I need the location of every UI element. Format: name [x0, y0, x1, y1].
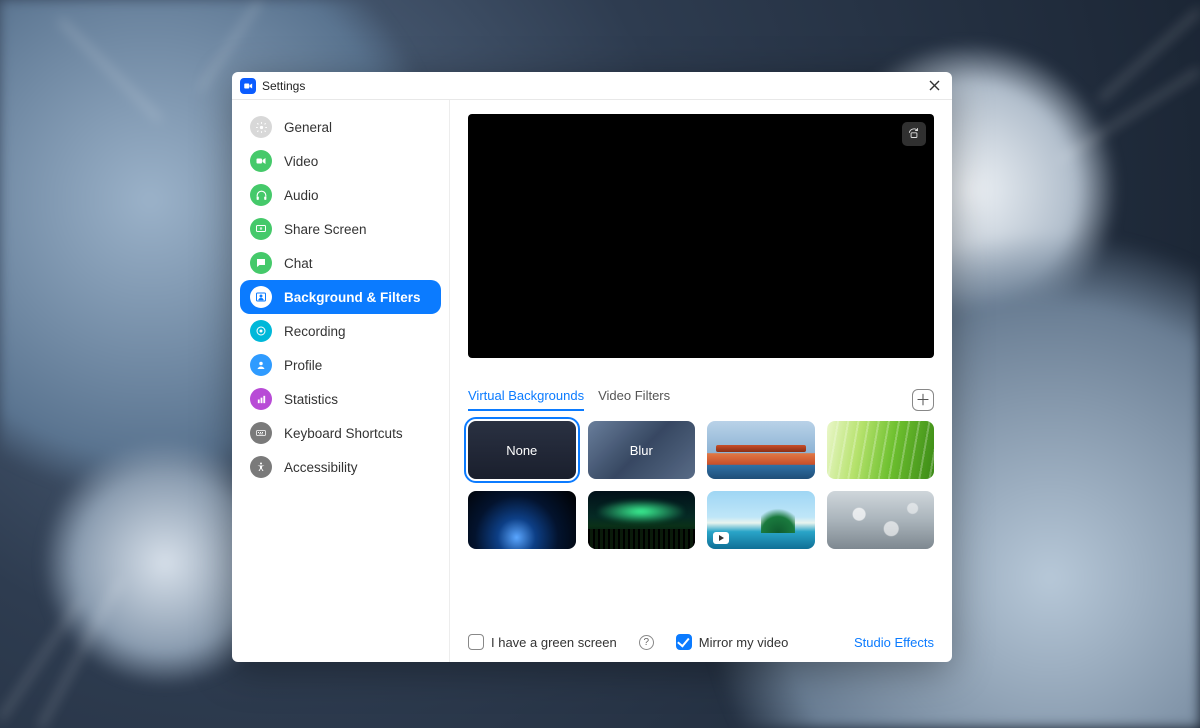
- video-indicator-icon: [594, 532, 610, 544]
- add-background-button[interactable]: ＋: [912, 389, 934, 411]
- sidebar-item-label: Accessibility: [284, 460, 358, 475]
- sidebar-item-label: Audio: [284, 188, 319, 203]
- background-thumb-bridge[interactable]: [707, 421, 815, 479]
- video-indicator-icon: [713, 532, 729, 544]
- sidebar-item-profile[interactable]: Profile: [240, 348, 441, 382]
- sidebar-item-audio[interactable]: Audio: [240, 178, 441, 212]
- sidebar-item-accessibility[interactable]: Accessibility: [240, 450, 441, 484]
- settings-main: Virtual Backgrounds Video Filters ＋ None…: [450, 100, 952, 662]
- tab-video-filters[interactable]: Video Filters: [598, 388, 670, 411]
- filter-tabs: Virtual Backgrounds Video Filters: [468, 388, 670, 411]
- gear-icon: [250, 116, 272, 138]
- sidebar-item-label: General: [284, 120, 332, 135]
- sidebar-item-chat[interactable]: Chat: [240, 246, 441, 280]
- sidebar-item-background-filters[interactable]: Background & Filters: [240, 280, 441, 314]
- chat-icon: [250, 252, 272, 274]
- sidebar-item-general[interactable]: General: [240, 110, 441, 144]
- titlebar: Settings: [232, 72, 952, 100]
- mirror-video-checkbox[interactable]: Mirror my video: [676, 634, 789, 650]
- app-icon: [240, 78, 256, 94]
- studio-effects-link[interactable]: Studio Effects: [854, 635, 934, 650]
- background-thumb-beach[interactable]: [707, 491, 815, 549]
- background-thumb-earth[interactable]: [468, 491, 576, 549]
- checkbox-label: Mirror my video: [699, 635, 789, 650]
- checkbox-icon: [676, 634, 692, 650]
- sidebar-item-keyboard-shortcuts[interactable]: Keyboard Shortcuts: [240, 416, 441, 450]
- sidebar-item-label: Chat: [284, 256, 313, 271]
- sidebar-item-statistics[interactable]: Statistics: [240, 382, 441, 416]
- sidebar-item-label: Background & Filters: [284, 290, 421, 305]
- background-thumb-grass[interactable]: [827, 421, 935, 479]
- sidebar-item-label: Profile: [284, 358, 322, 373]
- green-screen-checkbox[interactable]: I have a green screen: [468, 634, 617, 650]
- close-button[interactable]: [926, 78, 942, 94]
- sidebar-item-video[interactable]: Video: [240, 144, 441, 178]
- sidebar-item-share-screen[interactable]: Share Screen: [240, 212, 441, 246]
- recording-icon: [250, 320, 272, 342]
- sidebar-item-recording[interactable]: Recording: [240, 314, 441, 348]
- profile-icon: [250, 354, 272, 376]
- sidebar-item-label: Recording: [284, 324, 346, 339]
- background-thumbnails: None Blur: [468, 421, 934, 549]
- help-icon[interactable]: ?: [639, 635, 654, 650]
- background-thumb-snow[interactable]: [827, 491, 935, 549]
- accessibility-icon: [250, 456, 272, 478]
- window-title: Settings: [262, 79, 305, 93]
- rotate-camera-button[interactable]: [902, 122, 926, 146]
- background-thumb-aurora[interactable]: [588, 491, 696, 549]
- checkbox-icon: [468, 634, 484, 650]
- background-thumb-blur[interactable]: Blur: [588, 421, 696, 479]
- background-thumb-none[interactable]: None: [468, 421, 576, 479]
- tab-virtual-backgrounds[interactable]: Virtual Backgrounds: [468, 388, 584, 411]
- sidebar-item-label: Share Screen: [284, 222, 367, 237]
- statistics-icon: [250, 388, 272, 410]
- share-screen-icon: [250, 218, 272, 240]
- video-preview: [468, 114, 934, 358]
- sidebar-item-label: Keyboard Shortcuts: [284, 426, 403, 441]
- keyboard-icon: [250, 422, 272, 444]
- sidebar-item-label: Statistics: [284, 392, 338, 407]
- background-filters-icon: [250, 286, 272, 308]
- checkbox-label: I have a green screen: [491, 635, 617, 650]
- video-icon: [250, 150, 272, 172]
- settings-sidebar: General Video Audio Share Screen Chat Ba…: [232, 100, 450, 662]
- headphones-icon: [250, 184, 272, 206]
- sidebar-item-label: Video: [284, 154, 318, 169]
- settings-window: Settings General Video Audio Share Scree…: [232, 72, 952, 662]
